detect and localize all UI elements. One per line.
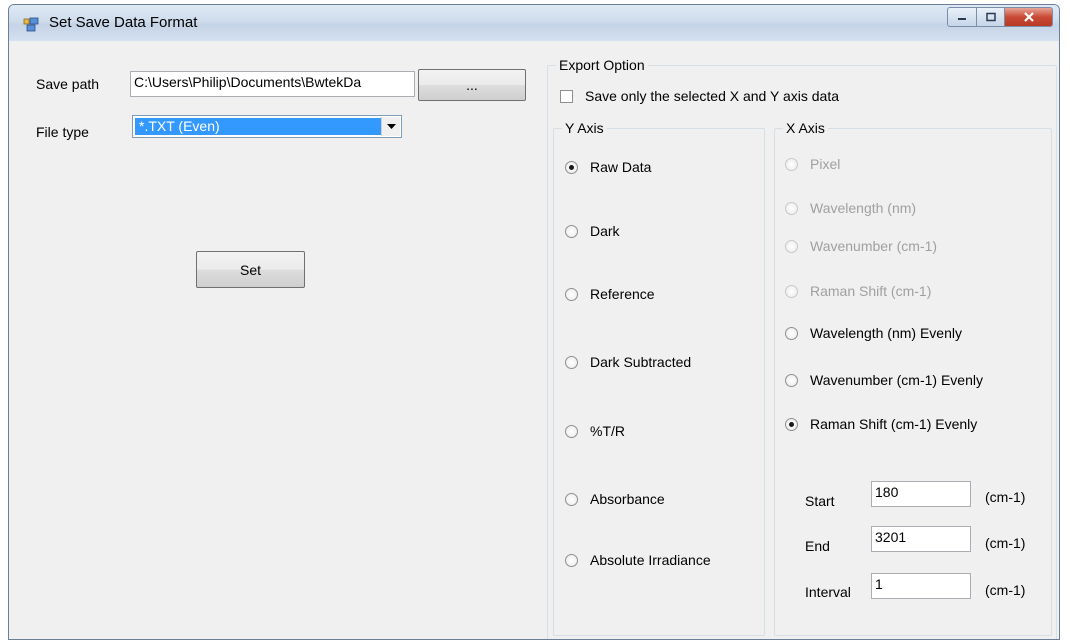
save-path-input[interactable]: C:\Users\Philip\Documents\BwtekDa xyxy=(130,71,415,97)
y-axis-option[interactable]: Raw Data xyxy=(565,159,651,175)
interval-input[interactable]: 1 xyxy=(871,573,971,599)
title-bar[interactable]: Set Save Data Format xyxy=(9,5,1059,41)
y-axis-option-label: Dark xyxy=(590,223,620,239)
x-axis-option-label: Pixel xyxy=(810,156,841,172)
set-button-label: Set xyxy=(239,261,261,278)
x-axis-option: Raman Shift (cm-1) xyxy=(785,283,931,299)
x-axis-option-label: Raman Shift (cm-1) xyxy=(810,283,932,299)
window-title: Set Save Data Format xyxy=(49,14,198,31)
x-axis-option-label: Wavenumber (cm-1) xyxy=(810,238,938,254)
y-axis-option[interactable]: Reference xyxy=(565,286,655,302)
y-axis-option[interactable]: %T/R xyxy=(565,423,625,439)
x-axis-option-label: Raman Shift (cm-1) Evenly xyxy=(810,416,978,432)
y-axis-option[interactable]: Dark Subtracted xyxy=(565,354,691,370)
y-axis-option-label: Raw Data xyxy=(590,159,652,175)
save-selected-label: Save only the selected X and Y axis data xyxy=(585,88,839,104)
caption-buttons xyxy=(947,7,1053,29)
y-axis-option-label: Absorbance xyxy=(590,491,665,507)
start-input[interactable]: 180 xyxy=(871,481,971,507)
x-axis-radio xyxy=(785,157,798,171)
y-axis-radio[interactable] xyxy=(565,424,578,438)
y-axis-radio[interactable] xyxy=(565,287,578,301)
start-label: Start xyxy=(805,493,835,509)
y-axis-radio[interactable] xyxy=(565,492,578,506)
export-option-legend: Export Option xyxy=(556,57,648,73)
interval-unit-label: (cm-1) xyxy=(985,582,1026,598)
close-icon xyxy=(1023,12,1034,22)
x-axis-option-label: Wavelength (nm) xyxy=(810,200,917,216)
file-type-select[interactable]: *.TXT (Even) xyxy=(132,115,402,138)
x-axis-radio xyxy=(785,201,798,215)
browse-button[interactable]: ... xyxy=(418,69,526,101)
file-type-selected-value: *.TXT (Even) xyxy=(135,118,381,135)
y-axis-option-label: %T/R xyxy=(590,423,625,439)
x-axis-legend: X Axis xyxy=(783,120,828,136)
minimize-button[interactable] xyxy=(947,7,977,27)
y-axis-option-label: Reference xyxy=(590,286,655,302)
save-data-format-dialog: Set Save Data Format Save path C:\Users\… xyxy=(8,4,1060,640)
x-axis-option[interactable]: Wavenumber (cm-1) Evenly xyxy=(785,372,983,388)
x-axis-option[interactable]: Raman Shift (cm-1) Evenly xyxy=(785,416,977,432)
x-axis-option-label: Wavelength (nm) Evenly xyxy=(810,325,962,341)
end-unit-label: (cm-1) xyxy=(985,535,1026,551)
chevron-down-icon[interactable] xyxy=(381,117,400,136)
dialog-body: Save path C:\Users\Philip\Documents\Bwte… xyxy=(9,41,1059,639)
end-label: End xyxy=(805,538,830,554)
y-axis-radio[interactable] xyxy=(565,553,578,567)
end-input[interactable]: 3201 xyxy=(871,526,971,552)
x-axis-radio[interactable] xyxy=(785,417,798,431)
y-axis-option[interactable]: Dark xyxy=(565,223,620,239)
close-button[interactable] xyxy=(1005,7,1053,27)
x-axis-radio[interactable] xyxy=(785,326,798,340)
x-axis-radio xyxy=(785,284,798,298)
y-axis-option[interactable]: Absolute Irradiance xyxy=(565,552,711,568)
start-unit-label: (cm-1) xyxy=(985,489,1026,505)
interval-label: Interval xyxy=(805,584,851,600)
y-axis-radio[interactable] xyxy=(565,355,578,369)
x-axis-option[interactable]: Wavelength (nm) Evenly xyxy=(785,325,962,341)
x-axis-option: Wavenumber (cm-1) xyxy=(785,238,937,254)
save-selected-checkbox[interactable] xyxy=(560,90,573,103)
maximize-button[interactable] xyxy=(977,7,1005,27)
y-axis-option[interactable]: Absorbance xyxy=(565,491,665,507)
app-icon xyxy=(23,16,39,32)
file-type-label: File type xyxy=(36,124,89,140)
x-axis-option: Pixel xyxy=(785,156,840,172)
y-axis-option-label: Absolute Irradiance xyxy=(590,552,711,568)
y-axis-option-label: Dark Subtracted xyxy=(590,354,692,370)
y-axis-legend: Y Axis xyxy=(562,120,607,136)
maximize-icon xyxy=(985,12,996,22)
set-button[interactable]: Set xyxy=(196,251,305,288)
y-axis-radio[interactable] xyxy=(565,160,578,174)
x-axis-radio xyxy=(785,239,798,253)
browse-button-label: ... xyxy=(466,77,478,93)
save-path-label: Save path xyxy=(36,76,100,92)
x-axis-option-label: Wavenumber (cm-1) Evenly xyxy=(810,372,983,388)
x-axis-option: Wavelength (nm) xyxy=(785,200,916,216)
minimize-icon xyxy=(958,18,966,20)
x-axis-radio[interactable] xyxy=(785,373,798,387)
y-axis-radio[interactable] xyxy=(565,224,578,238)
